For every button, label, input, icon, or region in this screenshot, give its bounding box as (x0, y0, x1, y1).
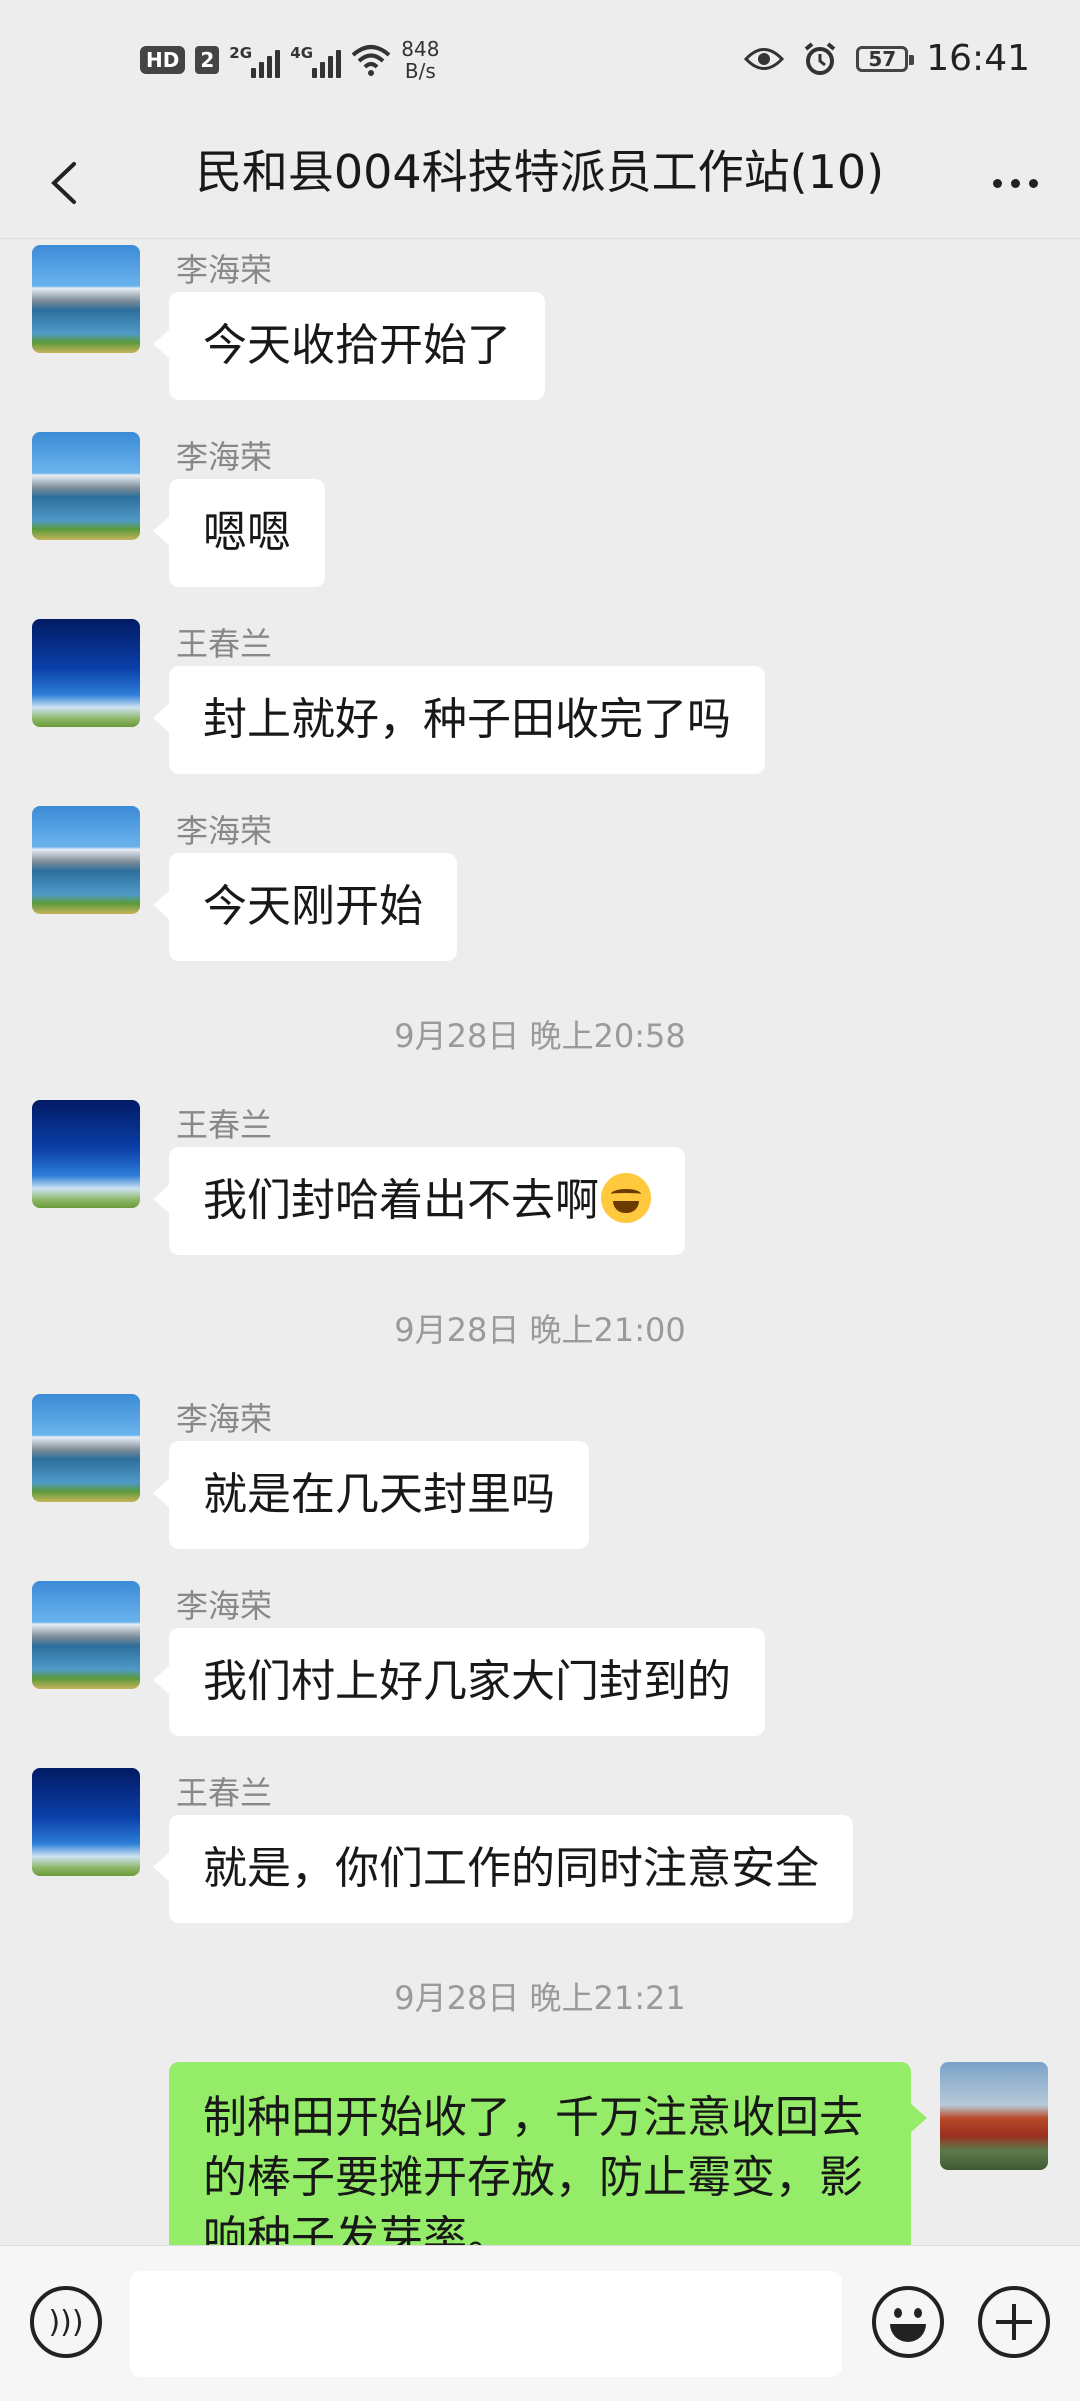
sim-badge: 2 (195, 46, 220, 74)
sender-name: 李海荣 (176, 812, 273, 850)
message-bubble-self[interactable]: 制种田开始收了，千万注意收回去的棒子要摊开存放，防止霉变，影响种子发芽率。 (169, 2062, 927, 2245)
message-text: 我们封哈着出不去啊 (203, 1175, 599, 1226)
page-title: 民和县004科技特派员工作站(10) (195, 145, 885, 199)
blue-sky-avatar[interactable] (32, 1768, 140, 1876)
message-bubble[interactable]: 嗯嗯 (153, 479, 325, 587)
sender-name: 李海荣 (176, 438, 273, 476)
mountain-lake-avatar[interactable] (32, 806, 140, 914)
blue-sky-avatar[interactable] (32, 1100, 140, 1208)
signal-4g-icon: 4G (290, 42, 342, 78)
emoji-icon[interactable] (872, 2286, 944, 2358)
message-bubble[interactable]: 今天刚开始 (153, 853, 457, 961)
message-list[interactable]: 李海荣 今天收拾开始了 李海荣 嗯嗯 王春兰 封上就好，种子田收完了吗 李海荣 … (0, 239, 1080, 2245)
input-bar: ))) (0, 2245, 1080, 2401)
alarm-icon (804, 41, 836, 75)
status-right: 57 16:41 (744, 38, 1030, 79)
sender-name: 李海荣 (176, 1587, 273, 1625)
timestamp: 9月28日 晚上20:58 (394, 1017, 686, 1055)
hd-badge: HD (140, 46, 186, 74)
chat-header: 民和县004科技特派员工作站(10) (0, 130, 1080, 239)
eye-icon (744, 47, 785, 70)
voice-icon[interactable]: ))) (30, 2286, 102, 2358)
battery-icon: 57 (856, 45, 915, 72)
timestamp: 9月28日 晚上21:21 (394, 1979, 686, 2017)
message-bubble[interactable]: 我们封哈着出不去啊 (153, 1147, 685, 1255)
message-input[interactable] (130, 2271, 842, 2377)
signal-2g-icon: 2G (229, 42, 281, 78)
signal-4g-label: 4G (290, 44, 314, 62)
face-with-tears-of-joy-icon (601, 1173, 651, 1223)
message-bubble[interactable]: 今天收拾开始了 (153, 292, 545, 400)
mountain-lake-avatar[interactable] (32, 245, 140, 353)
message-bubble[interactable]: 就是在几天封里吗 (153, 1441, 589, 1549)
sender-name: 李海荣 (176, 251, 273, 289)
tiananmen-avatar[interactable] (940, 2062, 1048, 2170)
status-bar: HD 2 2G 4G 848 B/s 57 16:41 (0, 0, 1080, 130)
message-bubble[interactable]: 我们村上好几家大门封到的 (153, 1628, 765, 1736)
message-bubble[interactable]: 封上就好，种子田收完了吗 (153, 666, 765, 774)
sender-name: 李海荣 (176, 1400, 273, 1438)
sender-name: 王春兰 (176, 1774, 273, 1812)
plus-icon[interactable] (978, 2286, 1050, 2358)
signal-2g-label: 2G (229, 44, 253, 62)
net-speed: 848 B/s (401, 38, 439, 82)
status-left: HD 2 2G 4G 848 B/s (140, 38, 439, 82)
mountain-lake-avatar[interactable] (32, 1581, 140, 1689)
timestamp: 9月28日 晚上21:00 (394, 1311, 686, 1349)
net-speed-value: 848 (401, 37, 440, 61)
mountain-lake-avatar[interactable] (32, 1394, 140, 1502)
clock: 16:41 (926, 38, 1030, 79)
sender-name: 王春兰 (176, 625, 273, 663)
net-speed-unit: B/s (404, 59, 436, 83)
mountain-lake-avatar[interactable] (32, 432, 140, 540)
sender-name: 王春兰 (176, 1106, 273, 1144)
blue-sky-avatar[interactable] (32, 619, 140, 727)
message-bubble[interactable]: 就是，你们工作的同时注意安全 (153, 1815, 853, 1923)
wifi-icon (351, 45, 391, 76)
more-options-icon[interactable] (980, 148, 1050, 218)
